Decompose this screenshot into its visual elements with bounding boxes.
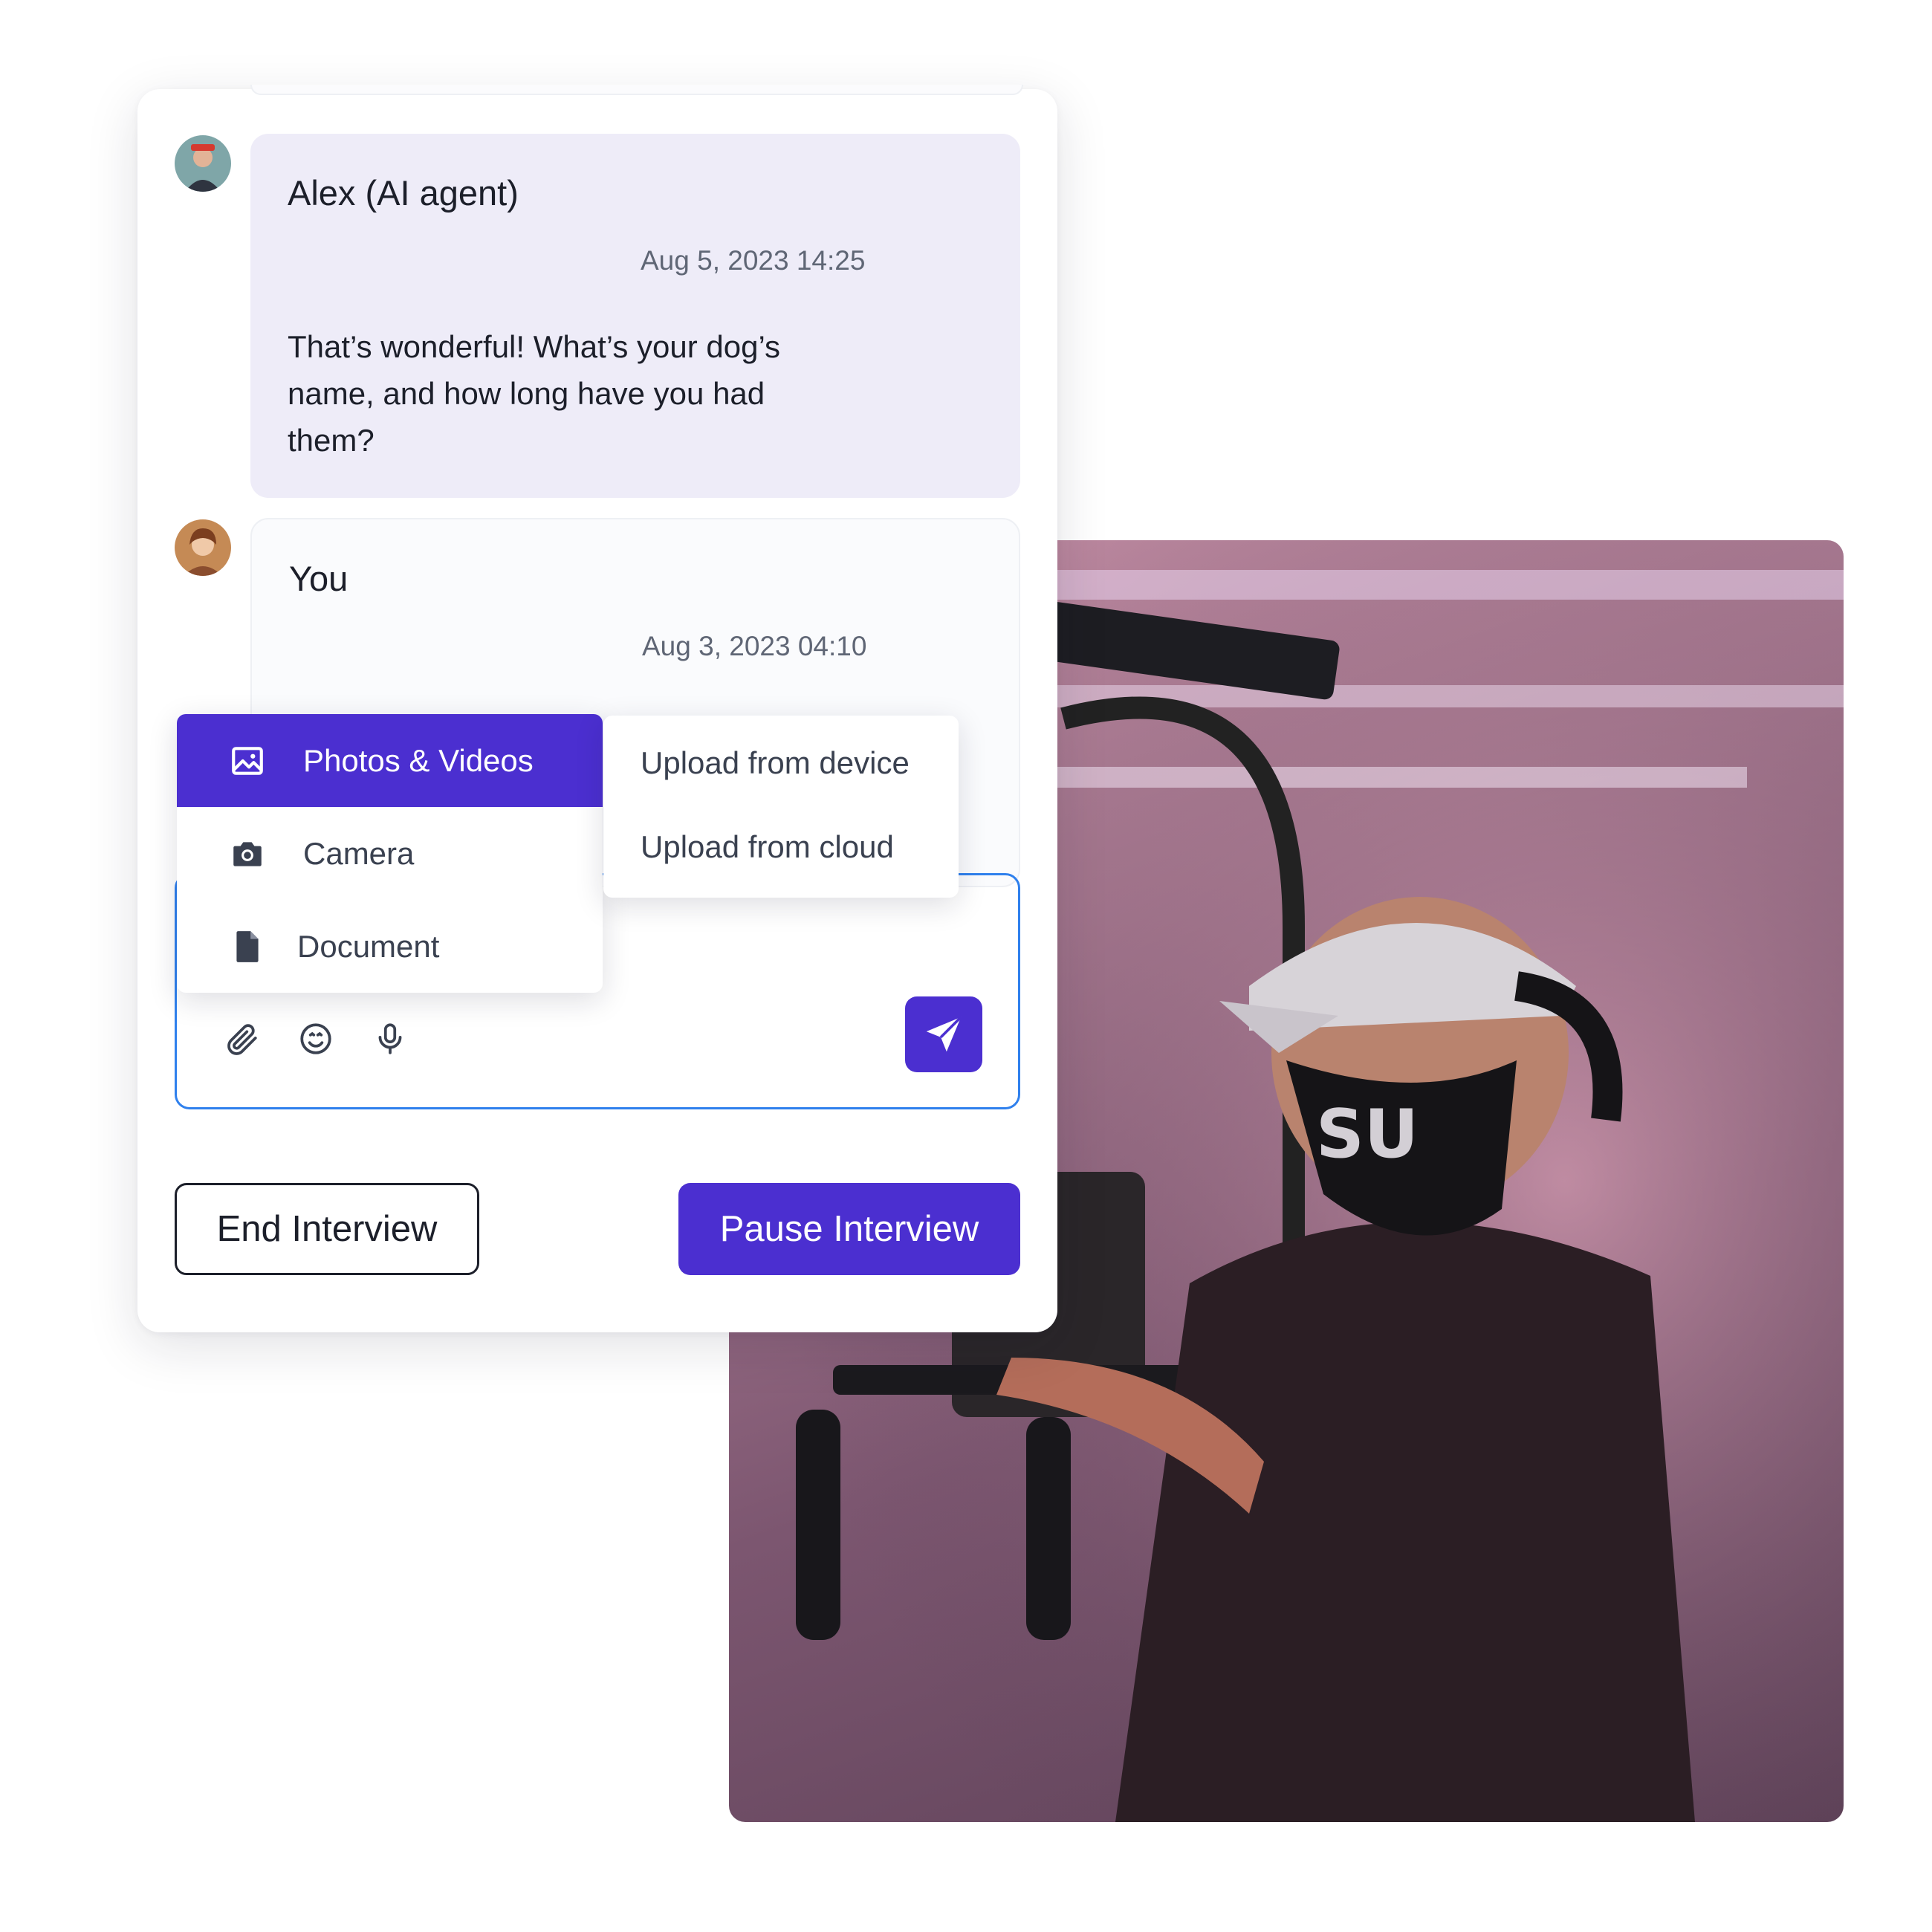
message-sender: Alex (AI agent) (288, 173, 519, 213)
camera-icon (229, 835, 266, 872)
user-avatar (175, 519, 231, 576)
image-icon (229, 742, 266, 779)
send-button[interactable] (905, 996, 982, 1072)
menu-item-document[interactable]: Document (177, 900, 603, 993)
menu-item-label: Document (297, 928, 440, 964)
message-timestamp: Aug 5, 2023 14:25 (641, 245, 866, 276)
interview-chat-panel: Alex (AI agent) Aug 5, 2023 14:25 That’s… (137, 85, 1057, 1332)
upload-from-cloud[interactable]: Upload from cloud (641, 829, 894, 865)
end-interview-button[interactable]: End Interview (175, 1183, 479, 1275)
upload-submenu: Upload from device Upload from cloud (603, 716, 959, 898)
message-sender: You (289, 559, 349, 598)
menu-item-photos-videos[interactable]: Photos & Videos (177, 714, 603, 807)
attachment-menu: Photos & Videos Camera Document (177, 714, 603, 993)
agent-message-bubble: Alex (AI agent) Aug 5, 2023 14:25 That’s… (250, 134, 1020, 498)
paperclip-icon[interactable] (221, 1019, 262, 1059)
send-icon (926, 1016, 962, 1052)
upload-from-device[interactable]: Upload from device (641, 745, 910, 781)
pause-interview-button[interactable]: Pause Interview (678, 1183, 1020, 1275)
emoji-icon[interactable] (296, 1019, 336, 1059)
agent-avatar (175, 135, 231, 192)
message-timestamp: Aug 3, 2023 04:10 (642, 631, 867, 661)
previous-message-edge (250, 85, 1023, 95)
message-text: That’s wonderful! What’s your dog’s name… (288, 329, 781, 458)
menu-item-label: Camera (303, 835, 415, 871)
microphone-icon[interactable] (370, 1019, 410, 1059)
document-icon (229, 928, 266, 965)
menu-item-label: Photos & Videos (303, 742, 534, 778)
svg-text:SU: SU (1316, 1095, 1419, 1173)
menu-item-camera[interactable]: Camera (177, 807, 603, 900)
